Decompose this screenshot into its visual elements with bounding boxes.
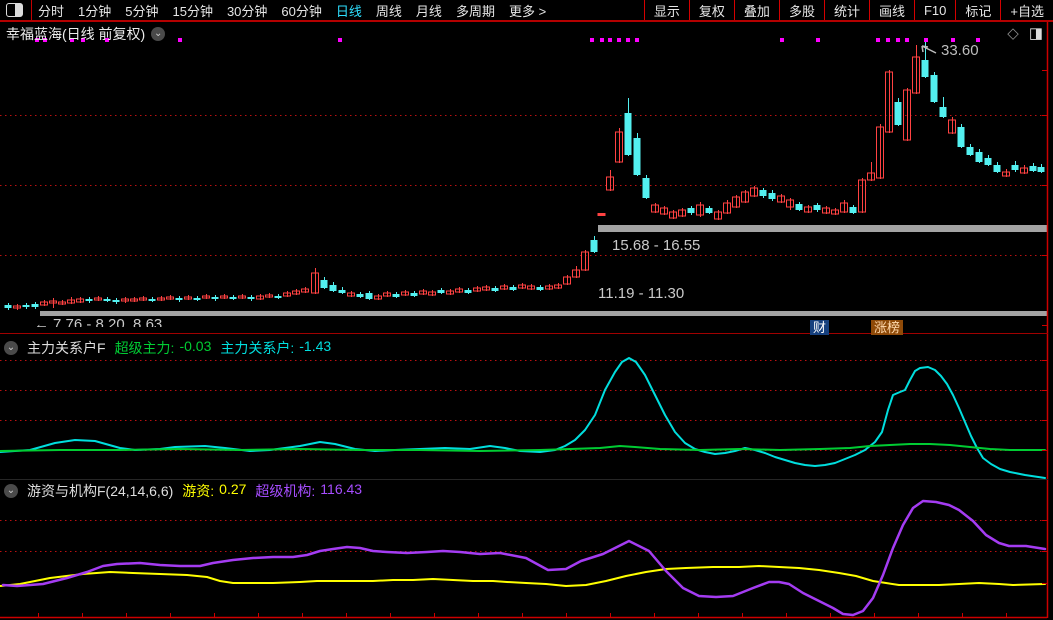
- period-tab[interactable]: 60分钟: [281, 1, 321, 20]
- zone1-price-label: 15.68 - 16.55: [612, 237, 700, 254]
- corner-icons: ◇ ◨: [1007, 26, 1043, 41]
- toolbar-button[interactable]: 叠加: [735, 1, 779, 20]
- collapse-chevron-icon[interactable]: ⌄: [4, 484, 18, 498]
- finance-badge[interactable]: 财: [810, 320, 829, 335]
- indicator1-field1-value: -0.03: [179, 338, 211, 358]
- toolbar-button[interactable]: 多股: [780, 1, 824, 20]
- toolbar: 显示复权叠加多股统计画线F10标记+自选: [644, 0, 1053, 20]
- app-window: 分时 1分钟 5分钟 15分钟 30分钟 60分钟日线周线月线多周期更多 > 显示复权叠加…: [0, 0, 1053, 620]
- bottom-price-text: 7.76 - 8.20 8.63: [53, 316, 162, 327]
- toolbar-button[interactable]: 复权: [690, 1, 734, 20]
- layout-window-icon[interactable]: [6, 3, 23, 17]
- zone2-price-label: 11.19 - 11.30: [598, 285, 684, 302]
- toolbar-button[interactable]: 统计: [825, 1, 869, 20]
- indicator2-field1: 游资: 0.27: [182, 481, 246, 501]
- indicator1-field2: 主力关系户: -1.43: [220, 338, 331, 358]
- period-tab[interactable]: 周线: [376, 1, 402, 20]
- indicator2-name[interactable]: 游资与机构F(24,14,6,6): [27, 481, 173, 501]
- menu-divider: [31, 0, 32, 20]
- menu-bar: 分时 1分钟 5分钟 15分钟 30分钟 60分钟日线周线月线多周期更多 > 显示复权叠加…: [0, 0, 1053, 22]
- period-tab[interactable]: 15分钟: [172, 1, 212, 20]
- period-tab[interactable]: 5分钟: [125, 1, 158, 20]
- period-tab[interactable]: 分时: [38, 1, 64, 20]
- left-arrow-icon: ←: [34, 316, 49, 327]
- stock-title: 幸福蓝海(日线 前复权): [6, 24, 145, 44]
- split-window-icon[interactable]: ◨: [1029, 26, 1043, 41]
- period-tab[interactable]: 1分钟: [78, 1, 111, 20]
- chart-title-row: 幸福蓝海(日线 前复权) ⌄: [6, 24, 165, 44]
- indicator2-header: ⌄ 游资与机构F(24,14,6,6) 游资: 0.27 超级机构: 116.4…: [4, 481, 362, 501]
- indicator1-field2-value: -1.43: [299, 338, 331, 358]
- toolbar-button[interactable]: 标记: [956, 1, 1000, 20]
- indicator2-field1-label: 游资:: [182, 481, 214, 501]
- chart-canvas[interactable]: [0, 0, 1053, 620]
- peak-price-label: 33.60: [941, 42, 979, 59]
- indicator2-field2-label: 超级机构:: [255, 481, 315, 501]
- collapse-chevron-icon[interactable]: ⌄: [4, 341, 18, 355]
- period-tab[interactable]: 月线: [416, 1, 442, 20]
- panel-divider-gray: [0, 479, 1048, 480]
- indicator1-header: ⌄ 主力关系户F 超级主力: -0.03 主力关系户: -1.43: [4, 338, 331, 358]
- bottom-price-label: ← 7.76 - 8.20 8.63: [34, 316, 162, 327]
- indicator2-field2: 超级机构: 116.43: [255, 481, 362, 501]
- indicator1-field1-label: 超级主力:: [115, 338, 175, 358]
- period-tab[interactable]: 日线: [336, 1, 362, 20]
- indicator1-name[interactable]: 主力关系户F: [27, 338, 106, 358]
- indicator2-field2-value: 116.43: [320, 481, 362, 501]
- diamond-icon[interactable]: ◇: [1007, 26, 1019, 41]
- period-tab[interactable]: 30分钟: [227, 1, 267, 20]
- indicator1-field2-label: 主力关系户:: [220, 338, 294, 358]
- period-tab[interactable]: 更多 >: [509, 1, 546, 20]
- chevron-down-icon[interactable]: ⌄: [151, 27, 165, 41]
- period-tab[interactable]: 多周期: [456, 1, 495, 20]
- rank-badge[interactable]: 涨榜: [871, 320, 903, 335]
- period-tabs: 分时 1分钟 5分钟 15分钟 30分钟 60分钟日线周线月线多周期更多 >: [38, 1, 560, 20]
- indicator2-field1-value: 0.27: [219, 481, 246, 501]
- toolbar-button[interactable]: F10: [915, 3, 955, 18]
- toolbar-button[interactable]: +自选: [1001, 1, 1053, 20]
- toolbar-button[interactable]: 显示: [645, 1, 689, 20]
- indicator1-field1: 超级主力: -0.03: [115, 338, 212, 358]
- toolbar-button[interactable]: 画线: [870, 1, 914, 20]
